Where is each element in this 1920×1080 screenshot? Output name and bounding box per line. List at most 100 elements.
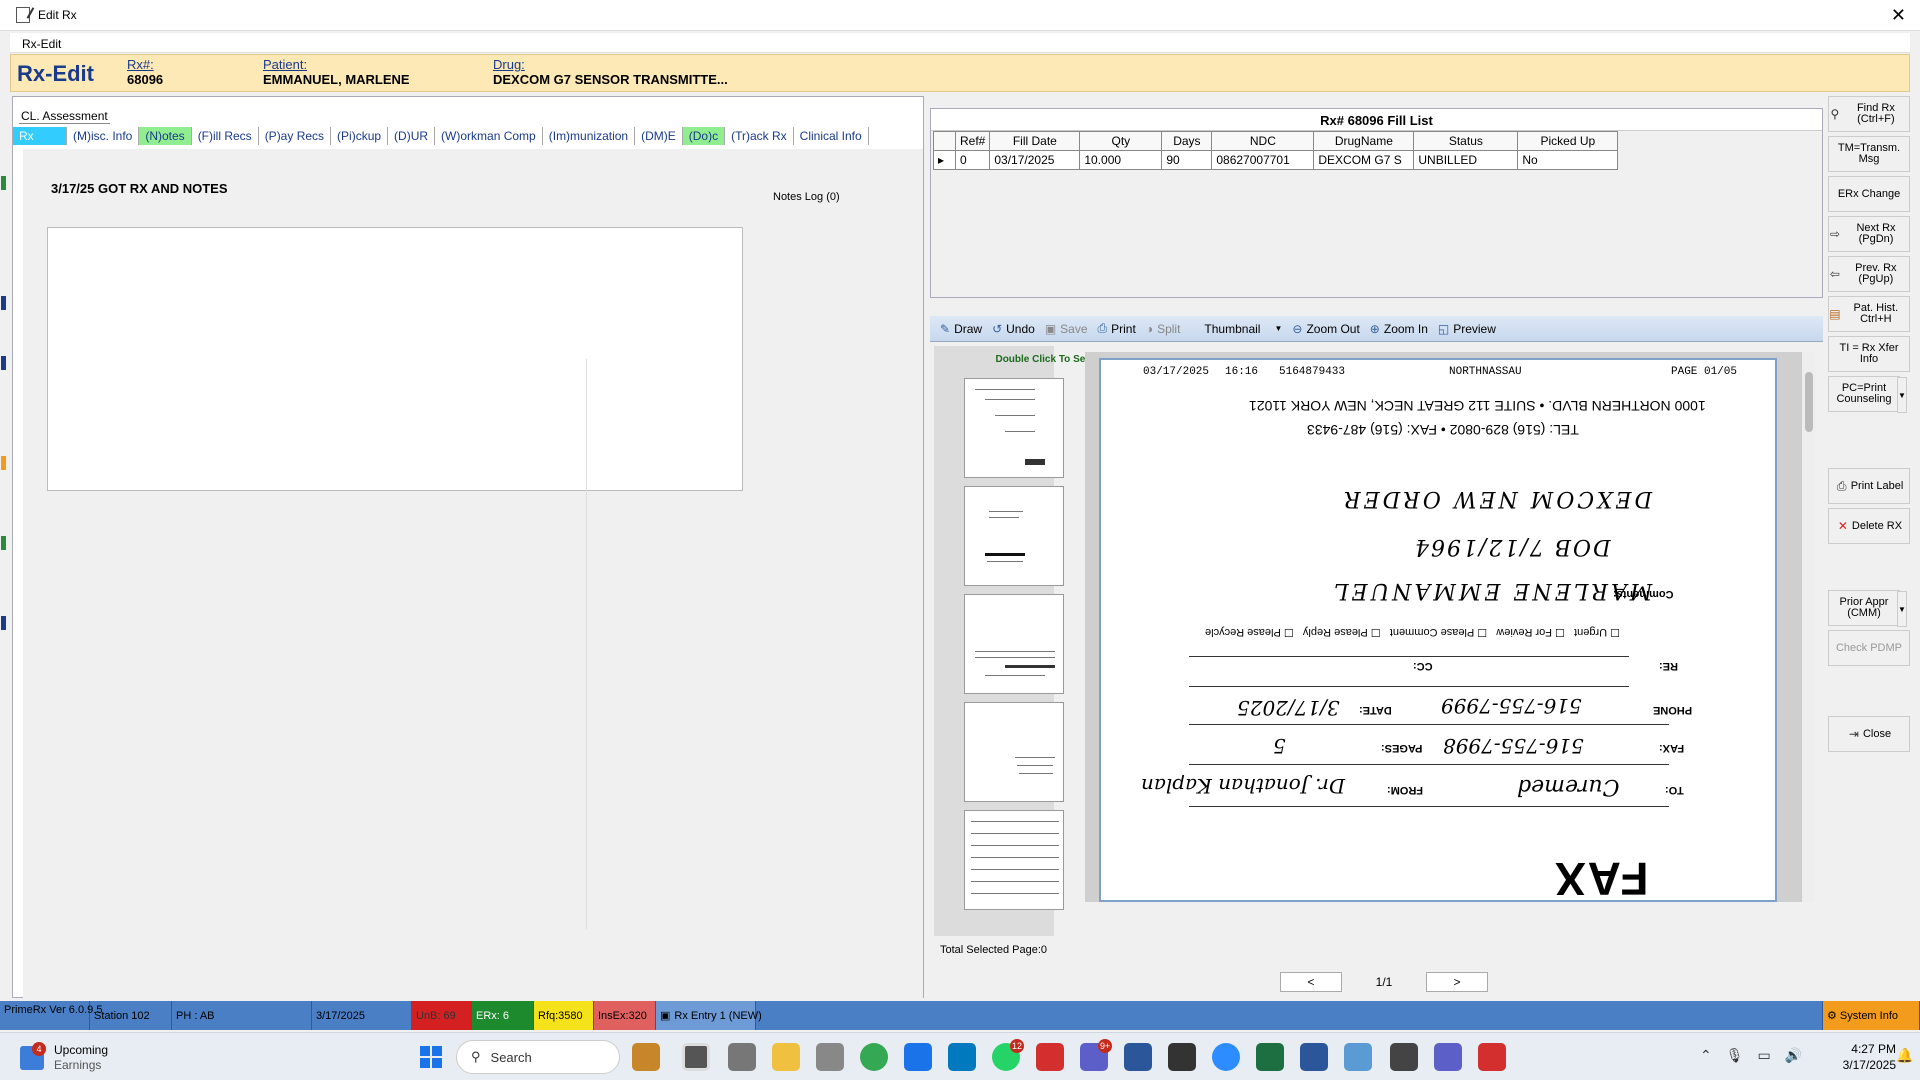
- zoom-icon[interactable]: [1212, 1043, 1240, 1071]
- tab-workman-comp[interactable]: (W)orkman Comp: [435, 127, 543, 145]
- undo-button[interactable]: ↺ Undo: [992, 322, 1035, 336]
- start-button[interactable]: [420, 1046, 442, 1068]
- erx-change-button[interactable]: ERx Change: [1828, 176, 1910, 212]
- tab-immunization[interactable]: (Im)munization: [543, 127, 636, 145]
- chevron-up-icon[interactable]: ⌃: [1700, 1047, 1712, 1064]
- find-rx-button[interactable]: ⚲ Find Rx (Ctrl+F): [1828, 96, 1910, 132]
- volume-icon[interactable]: 🔊: [1785, 1047, 1802, 1064]
- pat-hist-button[interactable]: ▤ Pat. Hist. Ctrl+H: [1828, 296, 1910, 332]
- zoom-in-button[interactable]: ⊕ Zoom In: [1370, 322, 1428, 336]
- print-counseling-label: PC=Print Counseling: [1836, 382, 1892, 405]
- tab-doc[interactable]: (Do)c: [682, 127, 726, 145]
- save-button[interactable]: ▣ Save: [1045, 322, 1088, 336]
- erx-count[interactable]: ERx: 6: [472, 1001, 534, 1030]
- tab-dur[interactable]: (D)UR: [388, 127, 436, 145]
- next-rx-button[interactable]: ⇨ Next Rx (PgDn): [1828, 216, 1910, 252]
- primerx-window-icon[interactable]: [1390, 1043, 1418, 1071]
- tab-fill-recs[interactable]: (F)ill Recs: [192, 127, 259, 145]
- thumbnail-page[interactable]: [964, 594, 1064, 694]
- zoom-out-button[interactable]: ⊖ Zoom Out: [1292, 322, 1359, 336]
- close-button[interactable]: ⇥ Close: [1828, 716, 1910, 752]
- close-window-button[interactable]: ✕: [1891, 5, 1906, 26]
- fill-col-days[interactable]: Days: [1161, 131, 1213, 151]
- tab-track-rx[interactable]: (Tr)ack Rx: [725, 127, 794, 145]
- fill-col-status[interactable]: Status: [1413, 131, 1519, 151]
- tab-dme[interactable]: (DM)E: [635, 127, 683, 145]
- tab-pickup[interactable]: (Pi)ckup: [331, 127, 389, 145]
- fill-col-ref[interactable]: Ref#: [954, 131, 991, 151]
- teams-icon[interactable]: 9+: [1080, 1039, 1113, 1071]
- prev-page-button[interactable]: <: [1280, 972, 1342, 992]
- notes-log-button[interactable]: Notes Log (0): [773, 191, 840, 203]
- split-button[interactable]: ◑ Split: [1146, 322, 1181, 336]
- fill-col-picked-up[interactable]: Picked Up: [1517, 131, 1619, 151]
- widgets-button[interactable]: 4 Upcoming Earnings: [20, 1042, 108, 1073]
- fill-col-drugname[interactable]: DrugName: [1313, 131, 1415, 151]
- fax-checkboxes: ☐ Urgent ☐ For Review ☐ Please Comment ☐…: [1205, 626, 1620, 639]
- tab-clinical-info[interactable]: Clinical Info: [794, 127, 869, 145]
- check-pdmp-button[interactable]: Check PDMP: [1828, 630, 1910, 666]
- task-view-icon[interactable]: [682, 1043, 710, 1071]
- primerx-icon[interactable]: [1168, 1043, 1196, 1071]
- notepad-icon[interactable]: [1124, 1043, 1152, 1071]
- thumbnail-page[interactable]: [964, 378, 1064, 478]
- calculator-icon[interactable]: [816, 1043, 844, 1071]
- thumbnail-dropdown[interactable]: Thumbnail ▼: [1204, 322, 1282, 336]
- fax-page-count: PAGE 01/05: [1671, 366, 1738, 378]
- prev-rx-button[interactable]: ⇦ Prev. Rx (PgUp): [1828, 256, 1910, 292]
- cl-assessment-tab[interactable]: CL. Assessment: [19, 109, 110, 124]
- thumbnail-page[interactable]: [964, 810, 1064, 910]
- table-row[interactable]: ▸ 0 03/17/2025 10.000 90 08627007701 DEX…: [933, 150, 1619, 170]
- unbilled-count[interactable]: UnB: 69: [412, 1001, 472, 1030]
- print-counseling-button[interactable]: PC=Print Counseling ▼: [1828, 376, 1907, 413]
- thumbnail-page[interactable]: [964, 486, 1064, 586]
- taskbar-search[interactable]: ⚲ Search: [456, 1040, 620, 1074]
- fill-col-ndc[interactable]: NDC: [1211, 131, 1315, 151]
- file-explorer-icon[interactable]: [772, 1043, 800, 1071]
- delete-rx-button[interactable]: ✕ Delete RX: [1828, 508, 1910, 544]
- transm-msg-button[interactable]: TM=Transm. Msg: [1828, 136, 1910, 172]
- excel-icon[interactable]: [1256, 1043, 1284, 1071]
- fax-app-icon[interactable]: [1344, 1043, 1372, 1071]
- office-app-icon[interactable]: [1036, 1043, 1064, 1071]
- word-icon[interactable]: [1300, 1043, 1328, 1071]
- acrobat-icon[interactable]: [1478, 1043, 1506, 1071]
- briefcase-app-icon[interactable]: [632, 1043, 660, 1071]
- system-info-button[interactable]: ⚙ System Info: [1822, 1001, 1920, 1030]
- taskbar-clock[interactable]: 4:27 PM 3/17/2025: [1836, 1041, 1896, 1073]
- tab-rx[interactable]: Rx: [13, 127, 67, 145]
- scrollbar-thumb[interactable]: [1805, 372, 1813, 432]
- vertical-scrollbar[interactable]: [1801, 352, 1815, 902]
- handwritten-to: Curemed: [1517, 774, 1620, 799]
- fill-col-date[interactable]: Fill Date: [989, 131, 1081, 151]
- app-icon[interactable]: [728, 1043, 756, 1071]
- tab-misc-info[interactable]: (M)isc. Info: [67, 127, 140, 145]
- print-button[interactable]: ⎙ Print: [1098, 321, 1136, 336]
- next-page-button[interactable]: >: [1426, 972, 1488, 992]
- insurance-expired-count[interactable]: InsEx:320: [594, 1001, 656, 1030]
- whatsapp-icon[interactable]: 12: [992, 1039, 1025, 1071]
- page-view[interactable]: 03/17/2025 16:16 5164879433 NORTHNASSAU …: [1085, 352, 1815, 905]
- rx-xfer-info-button[interactable]: TI = Rx Xfer Info: [1828, 336, 1910, 372]
- prior-appr-button[interactable]: Prior Appr (CMM) ▼: [1828, 590, 1907, 627]
- refill-queue-count[interactable]: Rfq:3580: [534, 1001, 594, 1030]
- monitor-icon[interactable]: ▭: [1758, 1047, 1771, 1064]
- trello-icon[interactable]: [948, 1043, 976, 1071]
- rx-details-panel: CL. Assessment Rx (M)isc. Info (N)otes (…: [12, 96, 924, 999]
- remote-app-icon[interactable]: [904, 1043, 932, 1071]
- chevron-down-icon[interactable]: ▼: [1897, 377, 1907, 413]
- thumbnail-page[interactable]: [964, 702, 1064, 802]
- chrome-icon[interactable]: [860, 1043, 888, 1071]
- preview-button[interactable]: ◱ Preview: [1438, 322, 1496, 336]
- fill-col-qty[interactable]: Qty: [1079, 131, 1163, 151]
- tab-notes[interactable]: (N)otes: [139, 127, 192, 145]
- menu-rx-edit[interactable]: Rx-Edit: [22, 37, 61, 51]
- rx-entry-window[interactable]: ▣ Rx Entry 1 (NEW): [656, 1001, 762, 1030]
- chevron-down-icon[interactable]: ▼: [1897, 591, 1907, 627]
- draw-button[interactable]: ✎ Draw: [940, 322, 982, 336]
- bell-icon[interactable]: 🔔: [1896, 1047, 1913, 1064]
- print-label-button[interactable]: ⎙ Print Label: [1828, 468, 1910, 504]
- tab-pay-recs[interactable]: (P)ay Recs: [259, 127, 332, 145]
- app-icon[interactable]: [1434, 1043, 1462, 1071]
- microphone-icon[interactable]: 🎙: [1726, 1047, 1744, 1064]
